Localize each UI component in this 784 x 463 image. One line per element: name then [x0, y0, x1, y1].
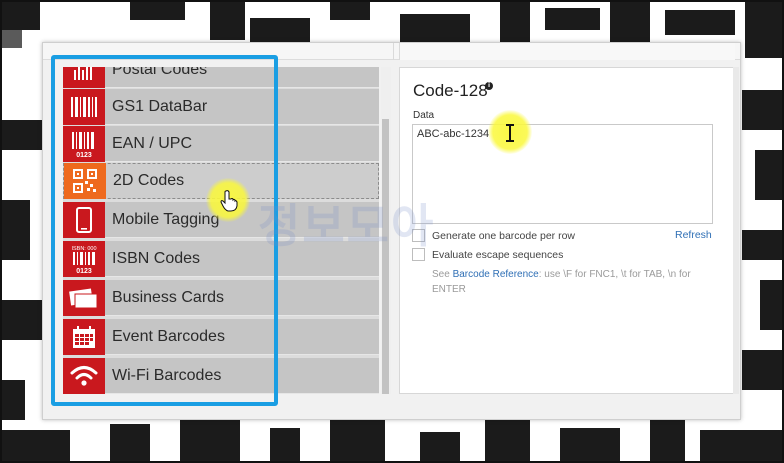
menu-item-label: GS1 DataBar	[112, 97, 208, 115]
menu-item-event-barcodes[interactable]: Event Barcodes	[63, 318, 379, 355]
menu-item-postal-codes[interactable]: Postal Codes	[63, 67, 379, 88]
menu-item-label: Postal Codes	[112, 67, 208, 78]
smartphone-icon	[63, 201, 105, 238]
escape-sequences-hint: See Barcode Reference: use \F for FNC1, …	[432, 267, 717, 297]
barcode-category-menu: Postal Codes GS1 DataBar 0123 EAN / UPC …	[63, 67, 379, 394]
menu-item-gs1-databar[interactable]: GS1 DataBar	[63, 88, 379, 125]
escape-sequences-checkbox[interactable]	[412, 248, 425, 261]
panel-title: Code-128	[413, 81, 488, 100]
postal-barcode-icon	[63, 67, 105, 88]
right-top-strip	[399, 43, 735, 60]
hand-cursor-icon	[220, 190, 238, 217]
hint-prefix: See	[432, 269, 453, 280]
refresh-link[interactable]: Refresh	[675, 229, 712, 241]
menu-scroll-thumb[interactable]	[382, 119, 389, 394]
barcode-settings-panel: Code-128 i Data ABC-abc-1234 Generate on…	[399, 67, 735, 394]
text-cursor-icon	[504, 124, 516, 147]
isbn-digits: 0123	[76, 268, 92, 274]
menu-scrollbar[interactable]	[381, 67, 391, 394]
isbn-header: ISBN: 000	[71, 246, 96, 252]
business-card-icon	[63, 279, 105, 316]
data-label: Data	[413, 110, 435, 121]
barcode-generator-window: Postal Codes GS1 DataBar 0123 EAN / UPC …	[42, 42, 741, 420]
ean-digits: 0123	[76, 152, 92, 158]
wifi-icon	[63, 357, 105, 394]
generate-per-row-label: Generate one barcode per row	[432, 229, 576, 242]
menu-item-label: ISBN Codes	[112, 249, 201, 267]
gs1-databar-icon	[63, 88, 105, 125]
generate-per-row-checkbox[interactable]	[412, 229, 425, 242]
menu-item-isbn-codes[interactable]: ISBN: 000 0123 ISBN Codes	[63, 240, 379, 277]
barcode-reference-link[interactable]: Barcode Reference	[453, 269, 539, 280]
menu-item-label: EAN / UPC	[112, 134, 193, 152]
ean-upc-icon: 0123	[63, 125, 105, 162]
calendar-icon	[63, 318, 105, 355]
menu-item-label: Wi-Fi Barcodes	[112, 366, 222, 384]
isbn-barcode-icon: ISBN: 000 0123	[63, 240, 105, 277]
generate-per-row-option[interactable]: Generate one barcode per row	[412, 229, 575, 242]
info-icon[interactable]: i	[485, 82, 493, 90]
menu-item-label: Mobile Tagging	[112, 210, 220, 228]
menu-item-ean-upc[interactable]: 0123 EAN / UPC	[63, 125, 379, 162]
escape-sequences-label: Evaluate escape sequences	[432, 248, 564, 261]
menu-item-label: Business Cards	[112, 288, 225, 306]
menu-item-label: Event Barcodes	[112, 327, 225, 345]
right-edge	[733, 67, 739, 394]
menu-item-label: 2D Codes	[113, 172, 185, 189]
data-textarea[interactable]: ABC-abc-1234	[412, 124, 713, 224]
qr-code-icon	[64, 163, 106, 199]
escape-sequences-option[interactable]: Evaluate escape sequences	[412, 248, 563, 261]
menu-item-business-cards[interactable]: Business Cards	[63, 279, 379, 316]
menu-item-wifi-barcodes[interactable]: Wi-Fi Barcodes	[63, 357, 379, 394]
